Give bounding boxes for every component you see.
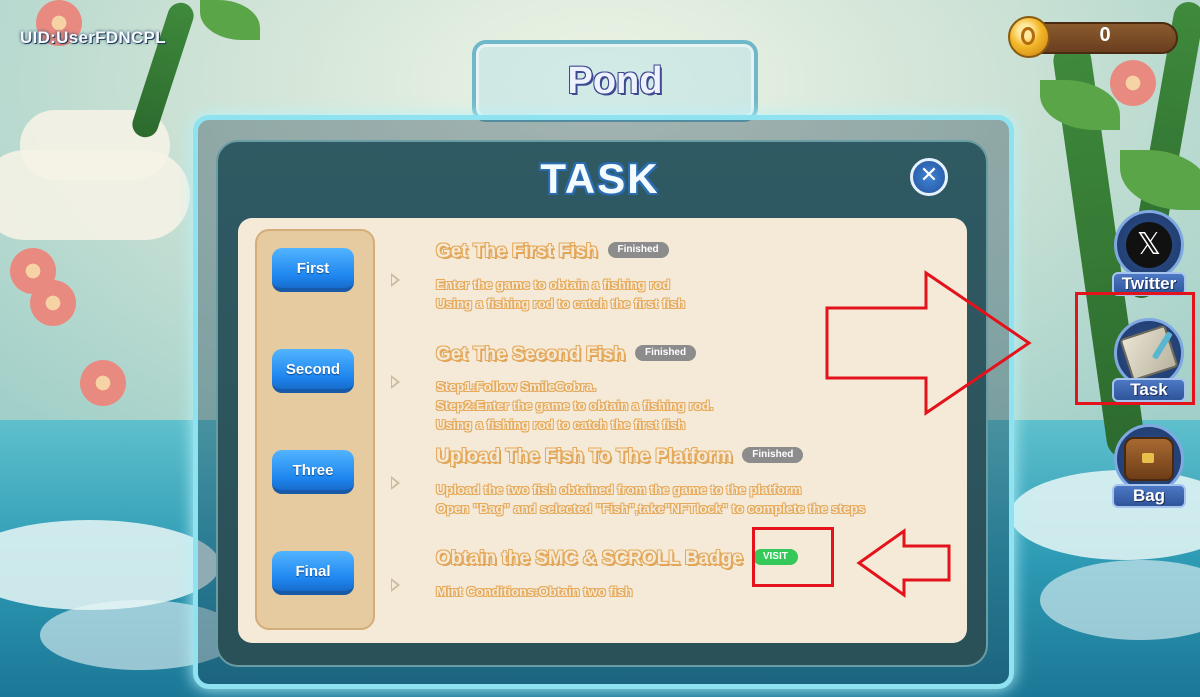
annotation-box-visit <box>752 527 834 587</box>
close-button[interactable]: ✕ <box>910 158 948 196</box>
annotation-arrow-left-icon <box>856 528 951 598</box>
coin-icon <box>1008 16 1050 58</box>
task-description: Mint Conditions:Obtain two fish <box>436 584 633 599</box>
chevron-right-icon <box>391 476 400 490</box>
dialog-title: TASK <box>540 155 660 202</box>
side-button-label: Bag <box>1112 484 1186 508</box>
annotation-box-task <box>1075 292 1195 405</box>
side-button-bag[interactable]: Bag <box>1112 424 1190 512</box>
scene-title: Pond <box>472 40 758 122</box>
side-button-twitter[interactable]: 𝕏 Twitter <box>1112 210 1190 298</box>
task-title: Get The First Fish Finished <box>436 241 669 263</box>
coin-balance-value: 0 <box>1099 24 1111 46</box>
treasure-bag-icon <box>1124 437 1174 481</box>
task-title: Get The Second Fish Finished <box>436 344 697 366</box>
step-button-first[interactable]: First <box>272 248 354 292</box>
task-title: Obtain the SMC & SCROLL Badge VISIT <box>436 548 798 570</box>
chevron-right-icon <box>391 578 400 592</box>
step-button-second[interactable]: Second <box>272 349 354 393</box>
task-description: Enter the game to obtain a fishing rod U… <box>436 277 686 311</box>
step-button-final[interactable]: Final <box>272 551 354 595</box>
status-badge-finished: Finished <box>742 446 804 463</box>
x-logo-icon: 𝕏 <box>1126 222 1172 268</box>
chevron-right-icon <box>391 375 400 389</box>
close-icon: ✕ <box>919 163 939 188</box>
task-description: Upload the two fish obtained from the ga… <box>436 482 866 516</box>
chevron-right-icon <box>391 273 400 287</box>
status-badge-finished: Finished <box>607 241 669 258</box>
task-description: Step1:Follow SmileCobra. Step2:Enter the… <box>436 379 714 432</box>
step-button-three[interactable]: Three <box>272 450 354 494</box>
task-title: Upload The Fish To The Platform Finished <box>436 446 804 468</box>
flower <box>30 280 76 326</box>
flower <box>80 360 126 406</box>
user-id-label: UID:UserFDNCPL <box>20 28 166 47</box>
flower <box>1110 60 1156 106</box>
annotation-arrow-right-icon <box>825 270 1032 416</box>
status-badge-finished: Finished <box>634 344 697 361</box>
